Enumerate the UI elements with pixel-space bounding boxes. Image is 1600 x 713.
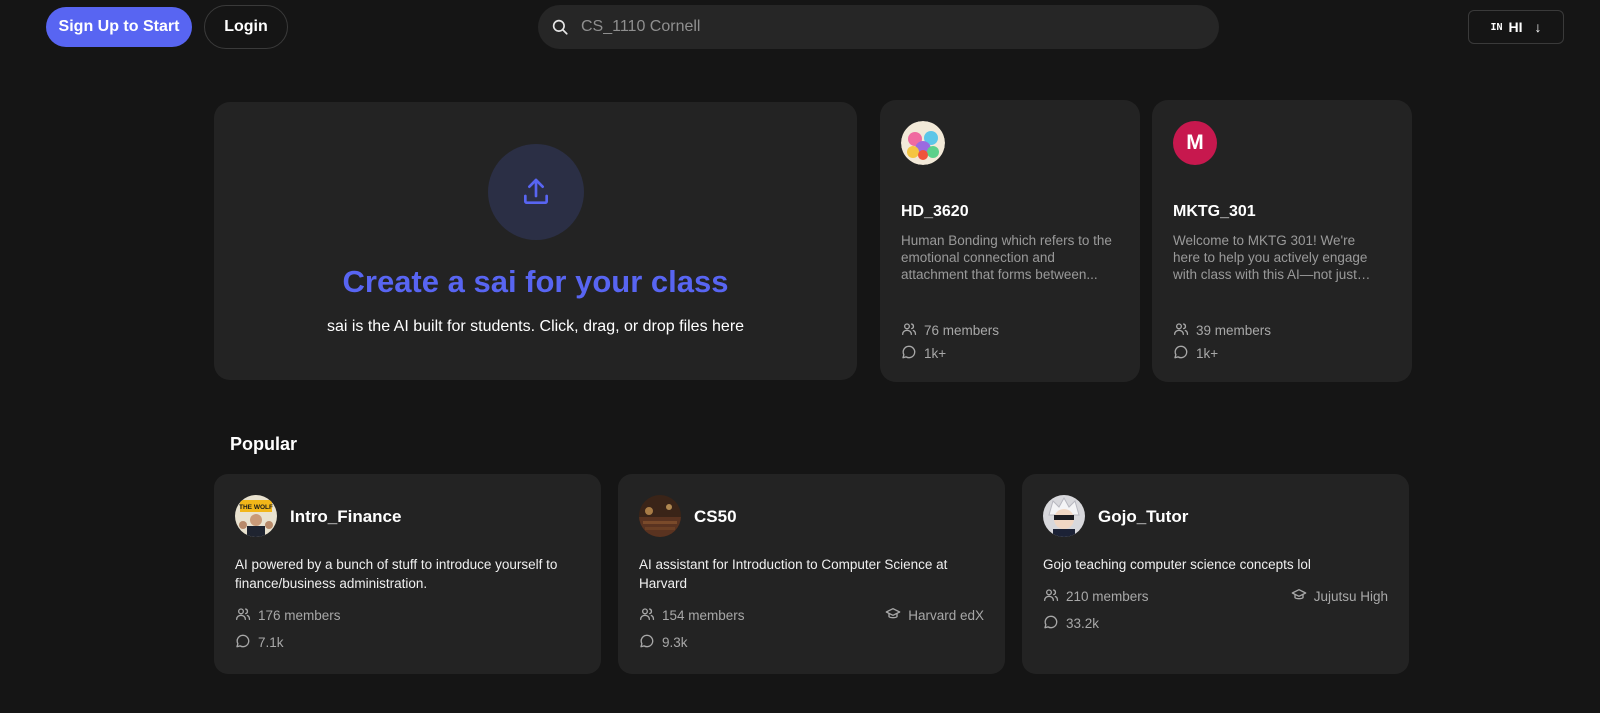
chat-icon: [639, 633, 655, 652]
chats-count: 9.3k: [639, 633, 688, 652]
login-button[interactable]: Login: [204, 5, 288, 49]
card-description: Human Bonding which refers to the emotio…: [901, 233, 1112, 282]
search-input[interactable]: [581, 18, 1219, 36]
members-label: 176 members: [258, 608, 341, 623]
language-selector[interactable]: IN HI ↓: [1468, 10, 1564, 44]
card-title: HD_3620: [901, 203, 969, 220]
avatar: THE WOLF: [235, 495, 277, 537]
create-subtitle: sai is the AI built for students. Click,…: [326, 318, 745, 335]
school-label: Harvard edX: [908, 608, 984, 623]
upload-icon: [488, 144, 584, 240]
chat-icon: [235, 633, 251, 652]
members-count: 210 members: [1043, 587, 1149, 606]
avatar: [1043, 495, 1085, 537]
avatar: [639, 495, 681, 537]
popular-heading: Popular: [230, 434, 298, 454]
members-icon: [1173, 321, 1189, 340]
members-label: 154 members: [662, 608, 745, 623]
members-label: 39 members: [1196, 323, 1272, 338]
card-description: AI assistant for Introduction to Compute…: [639, 557, 948, 591]
card-description: AI powered by a bunch of stuff to introd…: [235, 557, 558, 591]
card-title: MKTG_301: [1173, 203, 1256, 220]
avatar-letter: M: [1186, 131, 1204, 154]
chats-label: 7.1k: [258, 635, 284, 650]
members-count: 39 members: [1173, 321, 1271, 340]
chats-label: 1k+: [924, 346, 947, 361]
chat-icon: [1043, 614, 1059, 633]
members-icon: [639, 606, 655, 625]
arrow-down-icon: ↓: [1534, 19, 1542, 35]
featured-card-hd-3620[interactable]: HD_3620 Human Bonding which refers to th…: [880, 100, 1140, 382]
members-count: 176 members: [235, 606, 341, 625]
top-bar: Sign Up to Start Login IN HI ↓: [0, 0, 1600, 56]
members-count: 154 members: [639, 606, 745, 625]
school-icon: [885, 606, 901, 625]
search-icon: [551, 18, 569, 36]
chats-label: 9.3k: [662, 635, 688, 650]
language-flag: IN: [1490, 21, 1503, 33]
card-description: Welcome to MKTG 301! We're here to help …: [1173, 233, 1368, 282]
create-sai-dropzone[interactable]: Create a sai for your class sai is the A…: [214, 102, 857, 380]
members-label: 76 members: [924, 323, 1000, 338]
create-title: Create a sai for your class: [342, 264, 729, 299]
card-title: CS50: [694, 507, 737, 526]
school-tag: Harvard edX: [885, 606, 984, 625]
members-count: 76 members: [901, 321, 999, 340]
chats-label: 33.2k: [1066, 616, 1100, 631]
popular-card-intro-finance[interactable]: THE WOLF Intro_Finance AI powered by a b…: [214, 474, 601, 674]
chats-count: 33.2k: [1043, 614, 1099, 633]
featured-card-mktg-301[interactable]: M MKTG_301 Welcome to MKTG 301! We're he…: [1152, 100, 1412, 382]
chat-icon: [1173, 344, 1189, 363]
signup-button[interactable]: Sign Up to Start: [46, 7, 192, 47]
search-bar[interactable]: [538, 5, 1219, 49]
chats-label: 1k+: [1196, 346, 1219, 361]
school-label: Jujutsu High: [1313, 589, 1388, 604]
chats-count: 1k+: [1173, 344, 1218, 363]
avatar: [901, 121, 945, 165]
avatar: M: [1173, 121, 1217, 165]
members-icon: [901, 321, 917, 340]
avatar-text: THE WOLF: [239, 504, 273, 511]
card-title: Intro_Finance: [290, 507, 402, 526]
members-icon: [235, 606, 251, 625]
school-tag: Jujutsu High: [1291, 587, 1388, 606]
card-title: Gojo_Tutor: [1098, 507, 1189, 526]
members-icon: [1043, 587, 1059, 606]
popular-card-gojo-tutor[interactable]: Gojo_Tutor Gojo teaching computer scienc…: [1022, 474, 1409, 674]
chats-count: 1k+: [901, 344, 946, 363]
language-label: HI: [1508, 19, 1523, 35]
card-description: Gojo teaching computer science concepts …: [1043, 557, 1311, 572]
popular-card-cs50[interactable]: CS50 AI assistant for Introduction to Co…: [618, 474, 1005, 674]
chats-count: 7.1k: [235, 633, 284, 652]
members-label: 210 members: [1066, 589, 1149, 604]
school-icon: [1291, 587, 1307, 606]
chat-icon: [901, 344, 917, 363]
